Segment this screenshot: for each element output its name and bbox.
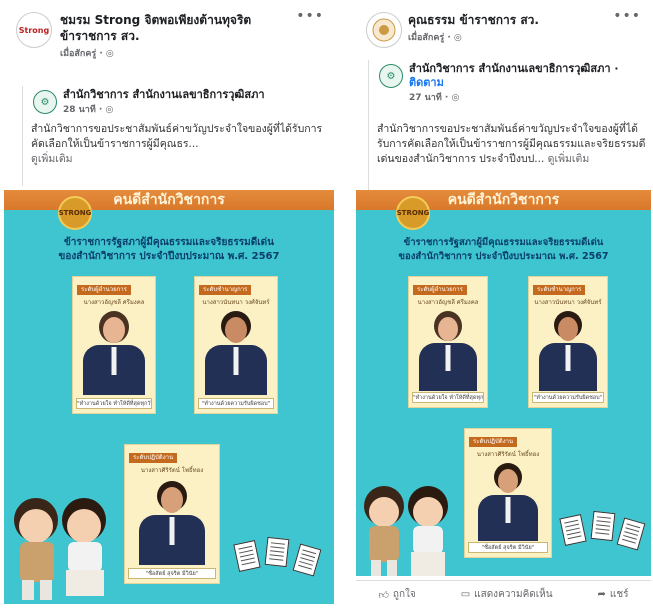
card-name: นางสาวนันทนา วงศ์จันทร์ (534, 299, 602, 306)
left-post: Strong ชมรม Strong จิตพอเพียงต้านทุจริต … (4, 0, 334, 608)
right-post: คุณธรรม ข้าราชการ สว. เมื่อสักครู่ · ◎ •… (356, 0, 651, 608)
card-name: นางสาวศิริรัตน์ โพธิ์ทอง (476, 451, 540, 458)
share-icon: ➦ (597, 589, 606, 600)
like-button[interactable]: 👍︎ ถูกใจ (378, 587, 415, 602)
awardee-photo (473, 463, 543, 541)
cartoon-kids (14, 498, 106, 600)
awardee-card-1: ระดับผู้อำนวยการ นางสาวอัญชลี ศรีมงคล "ท… (408, 276, 488, 408)
poster-image[interactable]: คนดีสำนักวิชาการ STRONG ข้าราชการรัฐสภาผ… (356, 190, 651, 576)
card-level-label: ระดับปฏิบัติงาน (469, 437, 518, 447)
awardee-photo (535, 311, 601, 391)
more-options-icon[interactable]: ••• (613, 8, 641, 24)
shared-post: ⚙ สำนักวิชาการ สำนักงานเลขาธิการวุฒิสภา … (368, 60, 651, 190)
poster-title-line2: ของสำนักวิชาการ ประจำปีงบประมาณ พ.ศ. 256… (398, 251, 609, 262)
page-name[interactable]: ชมรม Strong จิตพอเพียงต้านทุจริต ข้าราชก… (60, 13, 251, 43)
shared-page-avatar[interactable]: ⚙ (33, 90, 57, 114)
shared-post-meta: 27 นาที · ◎ (409, 93, 460, 103)
share-button[interactable]: ➦ แชร์ (598, 587, 629, 602)
awardee-photo (201, 311, 271, 395)
comment-icon: ▭ (460, 589, 471, 600)
post-text: สำนักวิชาการขอประชาสัมพันธ์ค่าขวัญประจำใ… (377, 123, 646, 165)
card-quote: "ซื่อสัตย์ สุจริต มีวินัย" (468, 542, 548, 553)
thumbs-up-icon: 👍︎ (378, 589, 389, 601)
card-level-label: ระดับชำนาญการ (199, 285, 252, 295)
card-quote: "ทำงานด้วยความรับผิดชอบ" (532, 392, 604, 403)
checklist-icon (264, 536, 290, 568)
awardee-card-3: ระดับปฏิบัติงาน นางสาวศิริรัตน์ โพธิ์ทอง… (124, 444, 220, 584)
poster-title: ข้าราชการรัฐสภาผู้มีคุณธรรมและจริยธรรมดี… (356, 236, 651, 264)
awardee-photo (415, 311, 481, 391)
shared-page-avatar[interactable]: ⚙ (379, 64, 403, 88)
card-quote: "ซื่อสัตย์ สุจริต มีวินัย" (128, 568, 216, 579)
card-level-label: ระดับชำนาญการ (533, 285, 586, 295)
cartoon-kids (364, 486, 448, 576)
poster-title-line2: ของสำนักวิชาการ ประจำปีงบประมาณ พ.ศ. 256… (58, 251, 280, 262)
post-header: คุณธรรม ข้าราชการ สว. เมื่อสักครู่ · ◎ •… (356, 0, 651, 60)
post-meta: เมื่อสักครู่ · ◎ (408, 33, 462, 43)
checklist-icon (616, 517, 646, 551)
post-text: สำนักวิชาการขอประชาสัมพันธ์ค่าขวัญประจำใ… (31, 123, 323, 150)
card-level-label: ระดับปฏิบัติงาน (129, 453, 178, 463)
shared-page-name[interactable]: สำนักวิชาการ สำนักงานเลขาธิการวุฒิสภา (409, 62, 611, 75)
page-avatar[interactable]: Strong (16, 12, 52, 48)
comment-button[interactable]: ▭ แสดงความคิดเห็น (461, 587, 553, 602)
checklist-icon (559, 514, 587, 546)
post-meta: เมื่อสักครู่ · ◎ (60, 49, 114, 59)
emblem-icon (372, 18, 396, 42)
shared-post: ⚙ สำนักวิชาการ สำนักงานเลขาธิการวุฒิสภา … (22, 86, 334, 186)
poster-title-line1: ข้าราชการรัฐสภาผู้มีคุณธรรมและจริยธรรมดี… (63, 237, 275, 248)
comment-label: แสดงความคิดเห็น (474, 589, 553, 600)
poster-image[interactable]: คนดีสำนักวิชาการ STRONG ข้าราชการรัฐสภาผ… (4, 190, 334, 604)
card-quote: "ทำงานด้วยความรับผิดชอบ" (198, 398, 274, 409)
awardee-photo (79, 311, 149, 395)
post-actions-bar: 👍︎ ถูกใจ ▭ แสดงความคิดเห็น ➦ แชร์ (356, 580, 651, 608)
more-options-icon[interactable]: ••• (296, 8, 324, 24)
card-name: นางสาวศิริรัตน์ โพธิ์ทอง (140, 467, 204, 474)
card-quote: "ทำงานด้วยใจ ทำให้ดีที่สุดทุกวัน" (76, 398, 152, 409)
poster-title-line1: ข้าราชการรัฐสภาผู้มีคุณธรรมและจริยธรรมดี… (403, 237, 604, 248)
avatar-text: Strong (18, 25, 50, 35)
follow-button[interactable]: ติดตาม (409, 76, 444, 89)
shared-post-meta: 28 นาที · ◎ (63, 105, 114, 115)
strong-badge: STRONG (58, 196, 92, 230)
page-avatar[interactable] (366, 12, 402, 48)
awardee-photo (134, 481, 210, 565)
card-quote: "ทำงานด้วยใจ ทำให้ดีที่สุดทุกวัน" (412, 392, 484, 403)
card-name: นางสาวนันทนา วงศ์จันทร์ (202, 299, 270, 306)
like-label: ถูกใจ (392, 589, 416, 600)
awardee-card-2: ระดับชำนาญการ นางสาวนันทนา วงศ์จันทร์ "ท… (528, 276, 608, 408)
poster-banner: คนดีสำนักวิชาการ (4, 190, 334, 210)
checklist-icon (292, 543, 322, 577)
strong-badge: STRONG (396, 196, 430, 230)
checklist-icon (233, 540, 261, 572)
card-level-label: ระดับผู้อำนวยการ (77, 285, 131, 295)
card-level-label: ระดับผู้อำนวยการ (413, 285, 467, 295)
post-header: Strong ชมรม Strong จิตพอเพียงต้านทุจริต … (4, 0, 334, 60)
see-more-link[interactable]: ดูเพิ่มเติม (548, 153, 590, 165)
see-more-link[interactable]: ดูเพิ่มเติม (31, 153, 73, 165)
awardee-card-1: ระดับผู้อำนวยการ นางสาวอัญชลี ศรีมงคล "ท… (72, 276, 156, 414)
poster-title: ข้าราชการรัฐสภาผู้มีคุณธรรมและจริยธรรมดี… (4, 236, 334, 264)
awardee-card-3: ระดับปฏิบัติงาน นางสาวศิริรัตน์ โพธิ์ทอง… (464, 428, 552, 558)
page-name[interactable]: คุณธรรม ข้าราชการ สว. (408, 13, 539, 27)
shared-page-name[interactable]: สำนักวิชาการ สำนักงานเลขาธิการวุฒิสภา (63, 88, 265, 101)
awardee-card-2: ระดับชำนาญการ นางสาวนันทนา วงศ์จันทร์ "ท… (194, 276, 278, 414)
card-name: นางสาวอัญชลี ศรีมงคล (417, 299, 479, 306)
share-label: แชร์ (609, 589, 629, 600)
card-name: นางสาวอัญชลี ศรีมงคล (83, 299, 145, 306)
checklist-icon (590, 510, 616, 542)
